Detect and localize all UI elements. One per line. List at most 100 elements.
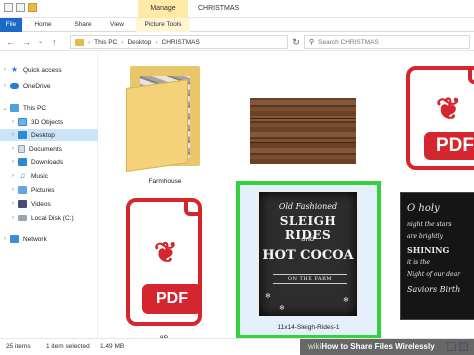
search-placeholder: Search CHRISTMAS (318, 38, 379, 46)
chevron-down-icon[interactable]: ⌄ (0, 105, 10, 112)
breadcrumb-christmas[interactable]: CHRISTMAS (162, 39, 200, 46)
pdf-badge: PDF (424, 132, 474, 160)
back-arrow-icon[interactable]: ← (6, 37, 15, 47)
sidebar-item-label: 3D Objects (31, 118, 64, 126)
art-line: and (301, 235, 315, 243)
chevron-right-icon[interactable]: › (8, 132, 18, 138)
chevron-right-icon[interactable]: › (8, 173, 18, 179)
chevron-right-icon: › (121, 38, 124, 46)
up-arrow-icon[interactable]: ↑ (52, 37, 57, 47)
snowflake-icon: ❄ (279, 304, 285, 312)
watermark-brand: wiki (308, 342, 322, 351)
page-corner (184, 202, 198, 216)
sidebar-item-label: Quick access (23, 66, 62, 74)
sidebar-item-label: Desktop (31, 131, 55, 139)
sidebar-item-3d-objects[interactable]: › 3D Objects (0, 116, 98, 128)
sidebar-item-label: Documents (29, 145, 62, 153)
ribbon-tabs: File Home Share View Picture Tools (0, 18, 474, 32)
breadcrumb-desktop[interactable]: Desktop (127, 39, 151, 46)
folder-farmhouse[interactable]: Farmhouse (100, 52, 230, 185)
folder-front-flap (126, 79, 188, 172)
desktop-icon (18, 131, 27, 139)
properties-icon[interactable] (4, 3, 13, 12)
sidebar-item-local-disk[interactable]: › Local Disk (C:) (0, 212, 98, 224)
star-icon: ★ (10, 65, 19, 74)
art-line: it is the (407, 259, 430, 266)
file-view: Farmhouse ❦ PDF ❦ PDF 8R Old Fashioned S… (100, 52, 474, 338)
sidebar-item-label: This PC (23, 104, 47, 112)
art-line: Night of our dear (407, 271, 461, 278)
chevron-right-icon[interactable]: › (8, 187, 18, 193)
address-bar[interactable]: › This PC › Desktop › CHRISTMAS (70, 35, 288, 49)
search-icon: ⚲ (309, 39, 315, 46)
art-line: Saviors Birth (407, 285, 461, 294)
sidebar-item-network[interactable]: › Network (0, 233, 98, 245)
selection-size: 1.49 MB (100, 343, 125, 350)
chevron-down-icon[interactable]: ⌄ (38, 37, 43, 47)
plank-line (250, 142, 356, 143)
chevron-right-icon[interactable]: › (0, 83, 10, 89)
address-row: ← → ⌄ ↑ › This PC › Desktop › CHRISTMAS … (0, 33, 474, 51)
sidebar-item-quick-access[interactable]: › ★ Quick access (0, 64, 98, 76)
chevron-right-icon[interactable]: › (8, 119, 18, 125)
download-icon (18, 158, 27, 166)
cloud-icon (10, 83, 19, 89)
manage-tab[interactable]: Manage (138, 0, 188, 18)
disk-icon (18, 215, 27, 221)
art-line: SHINING (407, 245, 450, 255)
refresh-icon[interactable]: ↻ (290, 36, 302, 48)
computer-icon (10, 104, 19, 112)
sidebar-item-music[interactable]: › ♫ Music (0, 170, 98, 182)
art-line: are brightly (407, 233, 443, 240)
sidebar-item-onedrive[interactable]: › OneDrive (0, 80, 98, 92)
navigation-pane: › ★ Quick access › OneDrive ⌄ This PC › … (0, 52, 98, 338)
folder-icon[interactable] (28, 3, 37, 12)
tab-file[interactable]: File (0, 18, 22, 32)
sidebar-item-documents[interactable]: › Documents (0, 143, 98, 155)
sidebar-item-desktop[interactable]: › Desktop (0, 129, 98, 141)
tab-picture-tools[interactable]: Picture Tools (136, 18, 190, 32)
acrobat-logo-icon: ❦ (436, 93, 462, 126)
selection-count: 1 item selected (46, 343, 90, 350)
art-line: HOT COCOA (262, 248, 354, 263)
pdf-icon: ❦ PDF (126, 198, 202, 326)
pictures-icon (18, 186, 27, 194)
document-icon (18, 145, 25, 153)
video-icon (18, 200, 27, 208)
plank-line (250, 118, 356, 119)
sidebar-item-pictures[interactable]: › Pictures (0, 184, 98, 196)
forward-arrow-icon[interactable]: → (22, 37, 31, 47)
acrobat-logo-icon: ❦ (154, 237, 178, 268)
snowflake-icon: ❄ (265, 292, 271, 300)
wood-thumbnail (250, 98, 356, 164)
network-icon (10, 235, 19, 243)
cube-icon (18, 118, 27, 126)
art-line: ON THE FARM (273, 274, 347, 284)
chevron-right-icon[interactable]: › (8, 146, 18, 152)
chevron-right-icon[interactable]: › (8, 215, 18, 221)
chevron-right-icon: › (88, 38, 91, 46)
sidebar-item-label: Videos (31, 200, 51, 208)
chevron-right-icon[interactable]: › (8, 201, 18, 207)
chevron-right-icon[interactable]: › (0, 67, 10, 73)
sidebar-item-this-pc[interactable]: ⌄ This PC (0, 102, 98, 114)
art-line: O holy (407, 203, 440, 214)
sidebar-item-label: Pictures (31, 186, 55, 194)
title-bar: Manage CHRISTMAS (0, 0, 474, 18)
tab-home[interactable]: Home (30, 18, 56, 32)
window-title: CHRISTMAS (198, 5, 240, 12)
watermark-text: How to Share Files Wirelessly (321, 342, 435, 351)
quick-access-toolbar (4, 3, 37, 12)
sidebar-item-downloads[interactable]: › Downloads (0, 156, 98, 168)
pdf-icon: ❦ PDF (406, 66, 474, 170)
tab-view[interactable]: View (104, 18, 130, 32)
sidebar-item-label: Downloads (31, 158, 64, 166)
tab-share[interactable]: Share (68, 18, 98, 32)
checkmark-icon[interactable] (16, 3, 25, 12)
sidebar-item-videos[interactable]: › Videos (0, 198, 98, 210)
search-input[interactable]: ⚲ Search CHRISTMAS (304, 35, 470, 49)
image-holy-night[interactable]: O holy night the stars are brightly SHIN… (400, 192, 474, 320)
chevron-right-icon[interactable]: › (0, 236, 10, 242)
breadcrumb-this-pc[interactable]: This PC (94, 39, 117, 46)
chevron-right-icon[interactable]: › (8, 159, 18, 165)
